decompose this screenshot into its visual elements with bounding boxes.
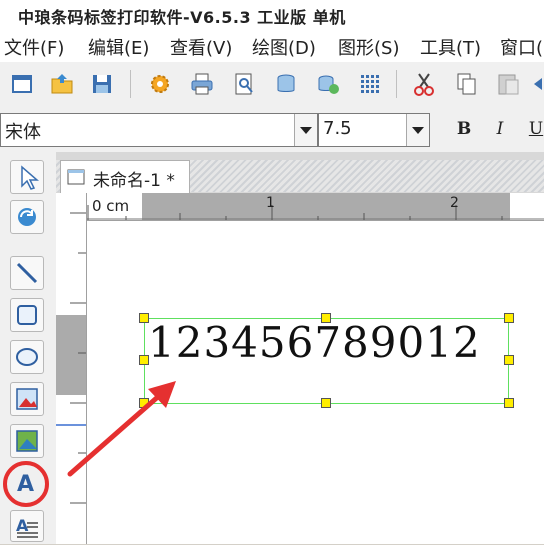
annotation-arrow (67, 381, 176, 477)
